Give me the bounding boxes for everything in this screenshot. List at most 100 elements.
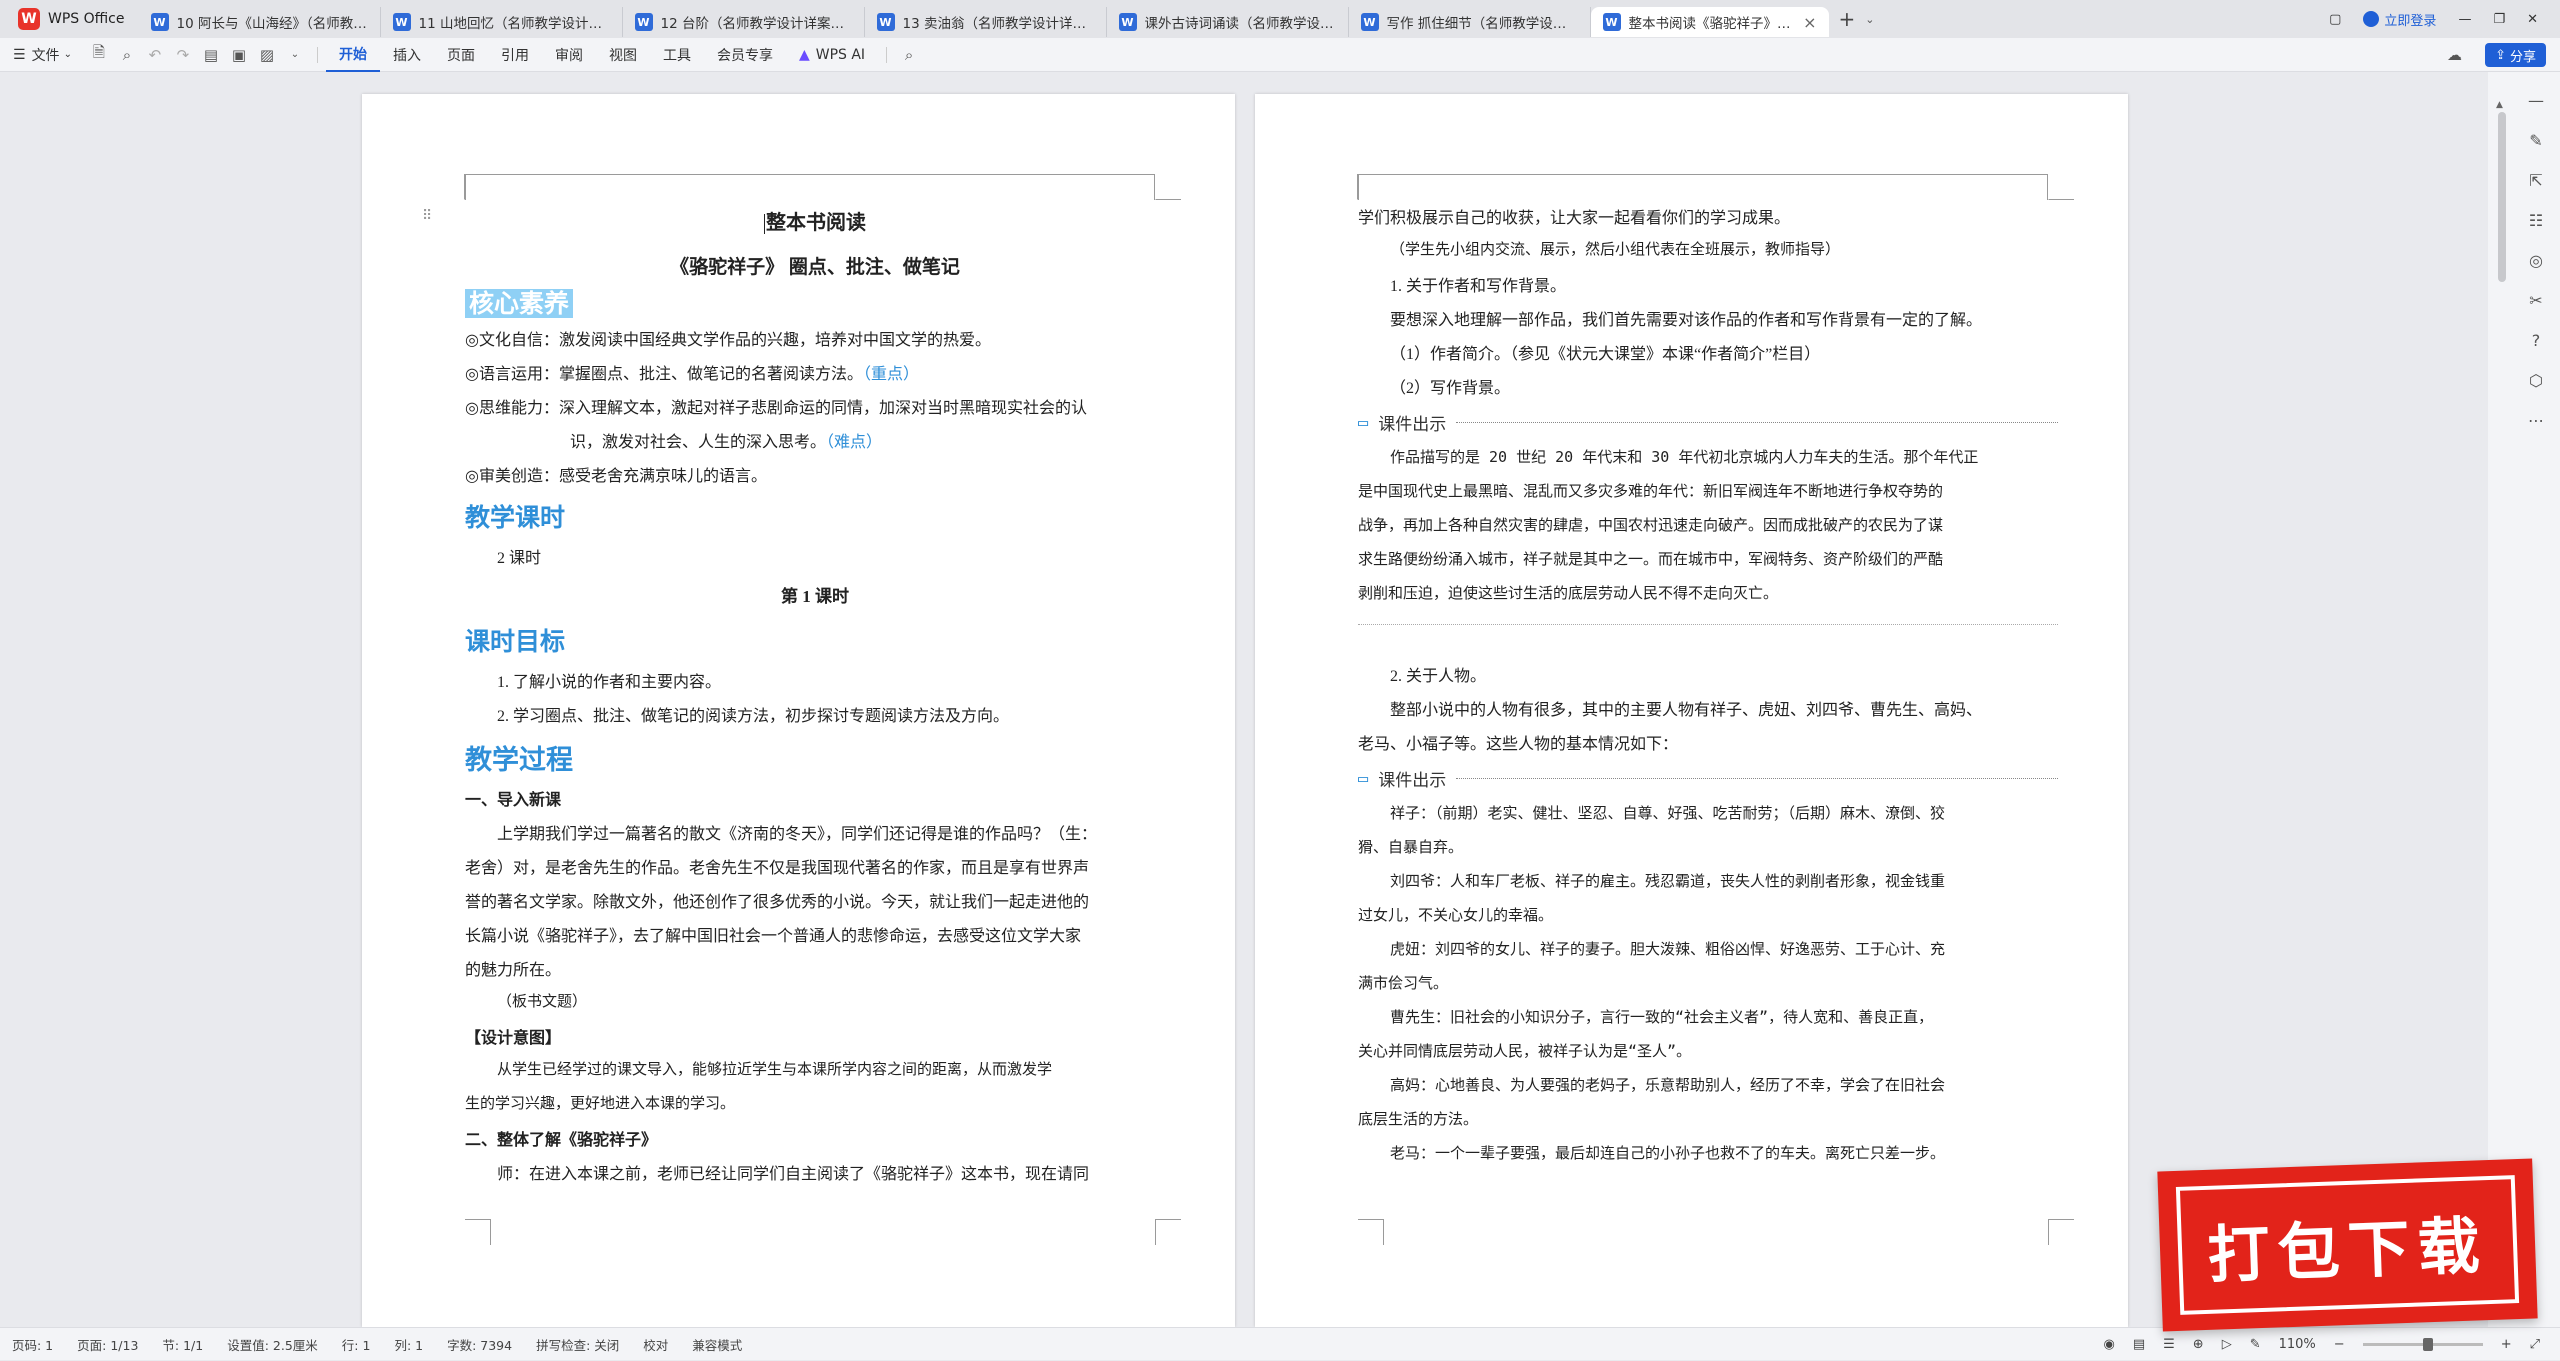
zoom-slider[interactable] xyxy=(2362,1338,2483,1351)
scroll-up-arrow-icon[interactable]: ▲ xyxy=(2496,100,2503,110)
zoom-slider-knob[interactable] xyxy=(2423,1338,2434,1351)
status-page-code[interactable]: 页码: 1 xyxy=(0,1335,65,1354)
crop-mark xyxy=(2048,174,2074,200)
crop-mark xyxy=(1358,1219,1384,1245)
document-tab-label: 11 山地回忆（名师教学设计详案）.d xyxy=(418,16,610,32)
pen-mode-icon[interactable]: ✎ xyxy=(2250,1337,2261,1352)
step-2-heading: 二、整体了解《骆驼祥子》 xyxy=(465,1132,658,1149)
crop-mark xyxy=(1332,174,1358,200)
new-tab-plus-icon[interactable]: + xyxy=(1829,7,1866,31)
status-col[interactable]: 列: 1 xyxy=(382,1335,435,1354)
word-doc-icon: W xyxy=(876,13,895,31)
ribbon-tab[interactable]: 插入 xyxy=(380,38,434,72)
paragraph-drag-handle-icon[interactable]: ⠿ xyxy=(422,208,432,224)
document-tab[interactable]: W 写作 抓住细节（名师教学设计详案） xyxy=(1349,7,1591,37)
doc-subtitle: 《骆驼祥子》 圈点、批注、做笔记 xyxy=(670,257,960,278)
shape-icon[interactable]: ◎ xyxy=(2524,248,2548,272)
hours-text: 2 课时 xyxy=(497,550,542,567)
vertical-scrollbar-thumb[interactable] xyxy=(2498,112,2506,282)
select-cursor-icon[interactable]: ⇱ xyxy=(2524,168,2548,192)
core-item-3: ◎思维能力：深入理解文本，激起对祥子悲剧命运的同情，加深对当时黑暗现实社会的认 xyxy=(465,400,1087,417)
document-canvas[interactable]: ⠿ 整本书阅读 《骆驼祥子》 圈点、批注、做笔记 核心素养 ◎文化自信：激发阅读… xyxy=(0,72,2488,1327)
tab-list-chevron-icon[interactable]: ⌄ xyxy=(1865,13,1874,26)
document-page-1[interactable]: ⠿ 整本书阅读 《骆驼祥子》 圈点、批注、做笔记 核心素养 ◎文化自信：激发阅读… xyxy=(362,94,1235,1327)
page-view-icon[interactable]: ▤ xyxy=(2133,1337,2145,1352)
tools-icon[interactable]: ✂ xyxy=(2524,288,2548,312)
file-menu[interactable]: ☰ 文件 ⌄ xyxy=(0,38,85,72)
status-proofread[interactable]: 校对 xyxy=(631,1335,680,1354)
file-menu-label: 文件 xyxy=(31,47,60,64)
ribbon-tab[interactable]: 开始 xyxy=(325,38,380,72)
format-painter-icon[interactable]: ▨ xyxy=(253,38,281,72)
status-setting[interactable]: 设置值: 2.5厘米 xyxy=(215,1335,330,1354)
courseware-banner-2: ▭ 课件出示 xyxy=(1358,766,2058,791)
ribbon-tab[interactable]: 工具 xyxy=(650,38,704,72)
wps-ai-button[interactable]: ▲ WPS AI xyxy=(786,38,878,72)
document-tab-label: 13 卖油翁（名师教学设计详案）.doc xyxy=(902,16,1094,32)
status-spell-check[interactable]: 拼写检查: 关闭 xyxy=(524,1335,631,1354)
pen-icon[interactable]: ✎ xyxy=(2524,128,2548,152)
document-tab[interactable]: W 12 台阶（名师教学设计详案）.doc xyxy=(623,7,865,37)
ribbon-tab[interactable]: 会员专享 xyxy=(704,38,786,72)
login-button[interactable]: 立即登录 xyxy=(2363,10,2436,29)
restore-icon[interactable]: ❐ xyxy=(2493,12,2505,27)
ribbon-tab[interactable]: 页面 xyxy=(434,38,488,72)
tab-bar: W WPS Office W 10 阿长与《山海经》（名师教学设计 W 11 山地回忆… xyxy=(0,0,2560,38)
play-icon[interactable]: ▷ xyxy=(2222,1337,2232,1352)
paragraph-line: 学们积极展示自己的收获，让大家一起看看你们的学习成果。 xyxy=(1358,210,1791,227)
ribbon-tab[interactable]: 视图 xyxy=(596,38,650,72)
document-tab[interactable]: W 10 阿长与《山海经》（名师教学设计 xyxy=(139,7,381,37)
export-pdf-icon[interactable]: ▤ xyxy=(197,38,225,72)
search-icon[interactable]: ⌕ xyxy=(895,38,923,72)
ribbon-tabs: 开始 插入 页面 引用 审阅 视图 工具 会员专享 xyxy=(325,38,786,72)
save-icon[interactable]: 🗎 xyxy=(85,38,113,72)
outline-view-icon[interactable]: ☰ xyxy=(2163,1337,2175,1352)
document-tab[interactable]: W 课外古诗词诵读（名师教学设计详案） xyxy=(1107,7,1349,37)
zoom-in-icon[interactable]: + xyxy=(2501,1337,2512,1352)
status-row[interactable]: 行: 1 xyxy=(330,1335,383,1354)
document-tab[interactable]: W 11 山地回忆（名师教学设计详案）.d xyxy=(381,7,623,37)
paragraph-line: 作品描写的是 20 世纪 20 年代末和 30 年代初北京城内人力车夫的生活。那… xyxy=(1390,448,1979,466)
download-badge[interactable]: 打包下载 xyxy=(2157,1158,2538,1332)
status-word-count[interactable]: 字数: 7394 xyxy=(435,1335,524,1354)
zoom-out-icon[interactable]: − xyxy=(2334,1337,2345,1352)
paragraph-line: （1）作者简介。（参见《状元大课堂》本课“作者简介”栏目） xyxy=(1390,346,1821,363)
zoom-level[interactable]: 110% xyxy=(2279,1337,2316,1352)
print-preview-icon[interactable]: ⌕ xyxy=(113,38,141,72)
download-badge-label: 打包下载 xyxy=(2206,1209,2489,1292)
fit-width-icon[interactable]: ⤢ xyxy=(2530,1337,2540,1352)
view-controls: ◉ ▤ ☰ ⊕ ▷ ✎ 110% − + ⤢ xyxy=(2104,1328,2541,1361)
document-tab[interactable]: W 13 卖油翁（名师教学设计详案）.doc xyxy=(865,7,1107,37)
wps-home-tab[interactable]: W WPS Office xyxy=(0,0,139,38)
status-section[interactable]: 节: 1/1 xyxy=(150,1335,215,1354)
export-image-icon[interactable]: ▣ xyxy=(225,38,253,72)
word-doc-icon: W xyxy=(1118,13,1137,31)
status-page[interactable]: 页面: 1/13 xyxy=(65,1335,150,1354)
more-icon[interactable]: ⋯ xyxy=(2524,408,2548,432)
word-doc-icon: W xyxy=(634,13,653,31)
crop-mark xyxy=(1155,174,1181,200)
undo-icon[interactable]: ↶ xyxy=(141,38,169,72)
document-page-2[interactable]: 学们积极展示自己的收获，让大家一起看看你们的学习成果。 （学生先小组内交流、展示… xyxy=(1255,94,2128,1327)
more-chevron-icon[interactable]: ⌄ xyxy=(281,38,309,72)
redo-icon[interactable]: ↷ xyxy=(169,38,197,72)
minimize-icon[interactable]: — xyxy=(2458,12,2471,27)
close-tab-icon[interactable]: × xyxy=(1803,13,1816,32)
eye-protect-icon[interactable]: ◉ xyxy=(2104,1337,2115,1352)
help-icon[interactable]: ? xyxy=(2524,328,2548,352)
ribbon-tab[interactable]: 引用 xyxy=(488,38,542,72)
crop-mark xyxy=(439,174,465,200)
settings-sliders-icon[interactable]: ☷ xyxy=(2524,208,2548,232)
layout-icon[interactable]: ▢ xyxy=(2329,12,2341,27)
cloud-sync-icon[interactable]: ☁ xyxy=(2447,46,2462,64)
close-window-icon[interactable]: ✕ xyxy=(2527,12,2538,27)
web-view-icon[interactable]: ⊕ xyxy=(2193,1337,2204,1352)
ribbon-tab[interactable]: 审阅 xyxy=(542,38,596,72)
status-compat-mode[interactable]: 兼容模式 xyxy=(680,1335,754,1354)
document-tab-label: 整本书阅读《骆驼祥子》 圈 xyxy=(1628,16,1792,32)
cube-icon[interactable]: ⬡ xyxy=(2524,368,2548,392)
share-button[interactable]: ⇪ 分享 xyxy=(2485,43,2546,67)
document-tab[interactable]: W 整本书阅读《骆驼祥子》 圈 × xyxy=(1590,7,1829,37)
collapse-icon[interactable]: — xyxy=(2524,88,2548,112)
document-tab-label: 写作 抓住细节（名师教学设计详案） xyxy=(1386,16,1578,32)
